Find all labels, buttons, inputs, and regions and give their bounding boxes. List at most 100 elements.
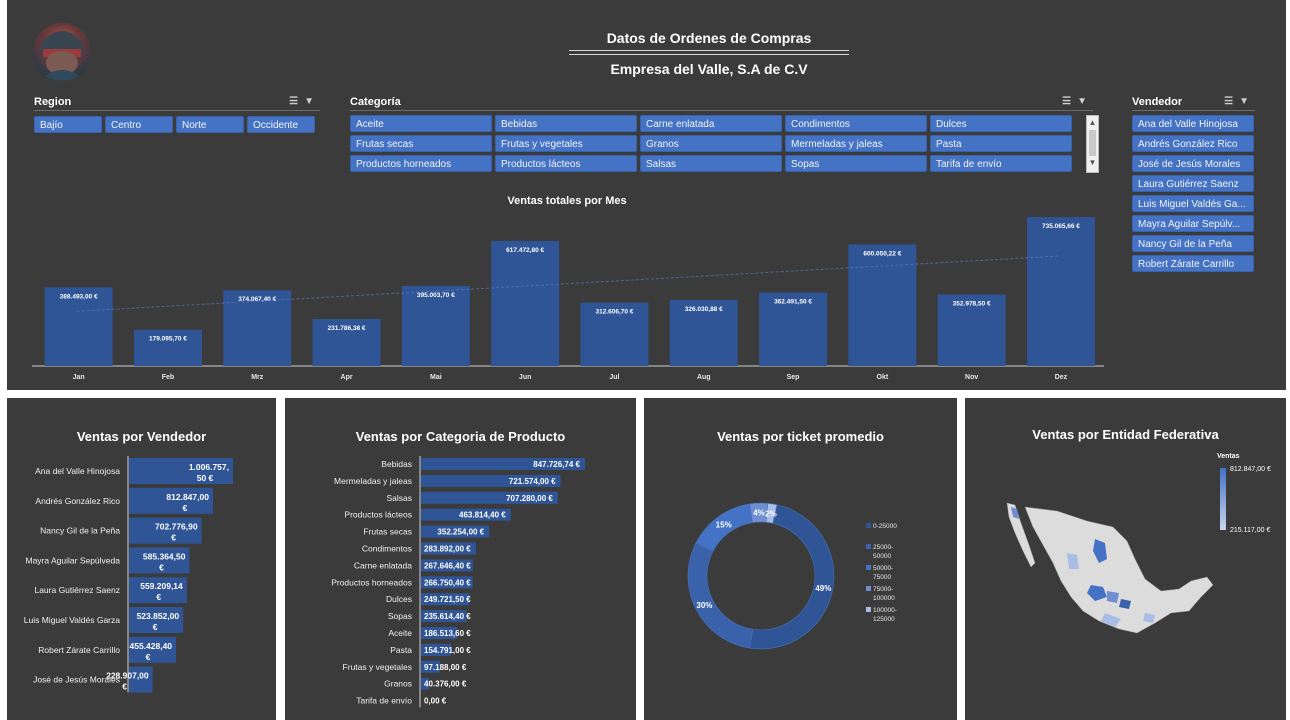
category-category-label: Bebidas [381, 459, 412, 469]
categoria-chip[interactable]: Tarifa de envío [930, 155, 1072, 172]
region-chip[interactable]: Occidente [247, 116, 315, 133]
multi-select-icon[interactable]: ☰ [289, 96, 304, 107]
category-category-label: Carne enlatada [354, 560, 412, 570]
category-category-label: Productos horneados [331, 577, 412, 587]
region-slicer: Bajío Centro Norte Occidente [34, 116, 315, 133]
region-slicer-label: Region [34, 96, 72, 108]
vendedor-chip[interactable]: Ana del Valle Hinojosa [1132, 115, 1254, 132]
category-category-label: Tarifa de envío [356, 696, 412, 706]
multi-select-icon[interactable]: ☰ [1224, 96, 1239, 107]
month-value-label: 735.065,66 € [1042, 223, 1080, 230]
month-value-label: 179.095,70 € [149, 336, 187, 343]
vendedor-chip[interactable]: Mayra Aguilar Sepúlv... [1132, 215, 1254, 232]
categoria-chip[interactable]: Pasta [930, 135, 1072, 152]
month-tick-label: Dez [1055, 374, 1068, 381]
categoria-chip[interactable]: Salsas [640, 155, 782, 172]
map-state-mid [1107, 591, 1119, 603]
category-value-label: 283.892,00 € [424, 545, 471, 554]
categoria-chip[interactable]: Productos horneados [350, 155, 492, 172]
month-tick-label: Feb [162, 374, 174, 381]
categoria-chip[interactable]: Dulces [930, 115, 1072, 132]
category-value-label: 154.791,00 € [424, 646, 471, 655]
map-mainland [1024, 506, 1214, 634]
vendedor-chip[interactable]: Luis Miguel Valdés Ga... [1132, 195, 1254, 212]
vendor-value-label: 228.907,00 [106, 671, 149, 681]
categoria-chip[interactable]: Condimentos [785, 115, 927, 132]
vendedor-slicer-header: Vendedor ☰▼ [1132, 96, 1255, 111]
sales-by-vendor-panel: Ventas por Vendedor Ana del Valle Hinojo… [7, 398, 276, 720]
dashboard-title-block: Datos de Ordenes de Compras Empresa del … [569, 30, 849, 77]
vendor-value-label: € [146, 652, 151, 662]
clear-filter-icon[interactable]: ▼ [304, 96, 320, 107]
month-tick-label: Jul [609, 374, 619, 381]
month-bar [1026, 217, 1095, 366]
vendor-category-label: Robert Zárate Carrillo [38, 645, 120, 655]
clear-filter-icon[interactable]: ▼ [1077, 96, 1093, 107]
categoria-chip[interactable]: Bebidas [495, 115, 637, 132]
categoria-chip[interactable]: Productos lácteos [495, 155, 637, 172]
vendedor-slicer: Ana del Valle Hinojosa Andrés González Ri… [1132, 115, 1254, 272]
vendedor-chip[interactable]: Laura Gutiérrez Saenz [1132, 175, 1254, 192]
month-value-label: 388.493,00 € [60, 293, 98, 300]
categoria-chip[interactable]: Carne enlatada [640, 115, 782, 132]
category-value-label: 235.614,40 € [424, 612, 471, 621]
legend-swatch [866, 607, 871, 612]
categoria-scrollbar[interactable]: ▲ ▼ [1086, 115, 1099, 173]
categoria-chip[interactable]: Sopas [785, 155, 927, 172]
company-name: Empresa del Valle, S.A de C.V [569, 54, 849, 77]
region-chip[interactable]: Norte [176, 116, 244, 133]
vendor-category-label: Laura Gutiérrez Saenz [34, 585, 120, 595]
legend-label: 75000- [873, 586, 893, 593]
categoria-chip[interactable]: Mermeladas y jaleas [785, 135, 927, 152]
category-category-label: Pasta [390, 645, 412, 655]
vendor-value-label: € [183, 503, 188, 513]
vendor-chart-title: Ventas por Vendedor [76, 429, 207, 444]
vendor-category-label: Ana del Valle Hinojosa [35, 466, 120, 476]
legend-label: 125000 [873, 616, 895, 623]
vendor-value-label: 702.776,90 [155, 522, 198, 532]
categoria-chip[interactable]: Granos [640, 135, 782, 152]
map-chart-title: Ventas por Entidad Federativa [1032, 427, 1219, 442]
sales-by-ticket-panel: Ventas por ticket promedio 49% 30% 15% 4% 2%… [644, 398, 957, 720]
categoria-slicer-label: Categoría [350, 96, 401, 108]
categoria-chip[interactable]: Aceite [350, 115, 492, 132]
multi-select-icon[interactable]: ☰ [1062, 96, 1077, 107]
month-tick-label: Mrz [251, 374, 264, 381]
month-tick-label: Aug [697, 374, 711, 381]
category-value-label: 186.513,60 € [424, 629, 471, 638]
vendedor-chip[interactable]: Nancy Gil de la Peña [1132, 235, 1254, 252]
scroll-down-icon[interactable]: ▼ [1087, 156, 1098, 170]
region-chip[interactable]: Centro [105, 116, 173, 133]
category-category-label: Sopas [388, 611, 412, 621]
vendor-category-label: Mayra Aguilar Sepúlveda [25, 555, 120, 565]
vendedor-slicer-label: Vendedor [1132, 96, 1183, 108]
clear-filter-icon[interactable]: ▼ [1239, 96, 1255, 107]
categoria-chip[interactable]: Frutas secas [350, 135, 492, 152]
vendedor-chip[interactable]: José de Jesús Morales [1132, 155, 1254, 172]
category-value-label: 352.254,00 € [437, 528, 484, 537]
category-category-label: Granos [384, 679, 412, 689]
vendor-value-label: 559.209,14 [140, 581, 183, 591]
vendor-category-label: Nancy Gil de la Peña [40, 526, 120, 536]
scroll-thumb[interactable] [1089, 130, 1096, 156]
monthly-chart-title: Ventas totales por Mes [507, 195, 627, 207]
scroll-up-icon[interactable]: ▲ [1087, 116, 1098, 130]
vendedor-chip[interactable]: Andrés González Rico [1132, 135, 1254, 152]
donut-slice [687, 542, 753, 649]
donut-value-label: 4% [753, 509, 765, 518]
category-category-label: Aceite [388, 628, 412, 638]
month-tick-label: Okt [877, 374, 889, 381]
vendedor-chip[interactable]: Robert Zárate Carrillo [1132, 255, 1254, 272]
month-bar [848, 244, 917, 366]
vendor-value-label: 50 € [197, 473, 214, 483]
category-value-label: 97.188,00 € [424, 663, 467, 672]
region-chip[interactable]: Bajío [34, 116, 102, 133]
vendor-value-label: 1.006.757, [189, 462, 229, 472]
dashboard-title: Datos de Ordenes de Compras [569, 30, 849, 51]
category-value-label: 266.750,40 € [424, 578, 471, 587]
legend-swatch [866, 523, 871, 528]
category-value-label: 249.721,50 € [424, 595, 471, 604]
categoria-chip[interactable]: Frutas y vegetales [495, 135, 637, 152]
month-tick-label: Mai [430, 374, 442, 381]
category-chart-title: Ventas por Categoria de Producto [355, 429, 566, 444]
